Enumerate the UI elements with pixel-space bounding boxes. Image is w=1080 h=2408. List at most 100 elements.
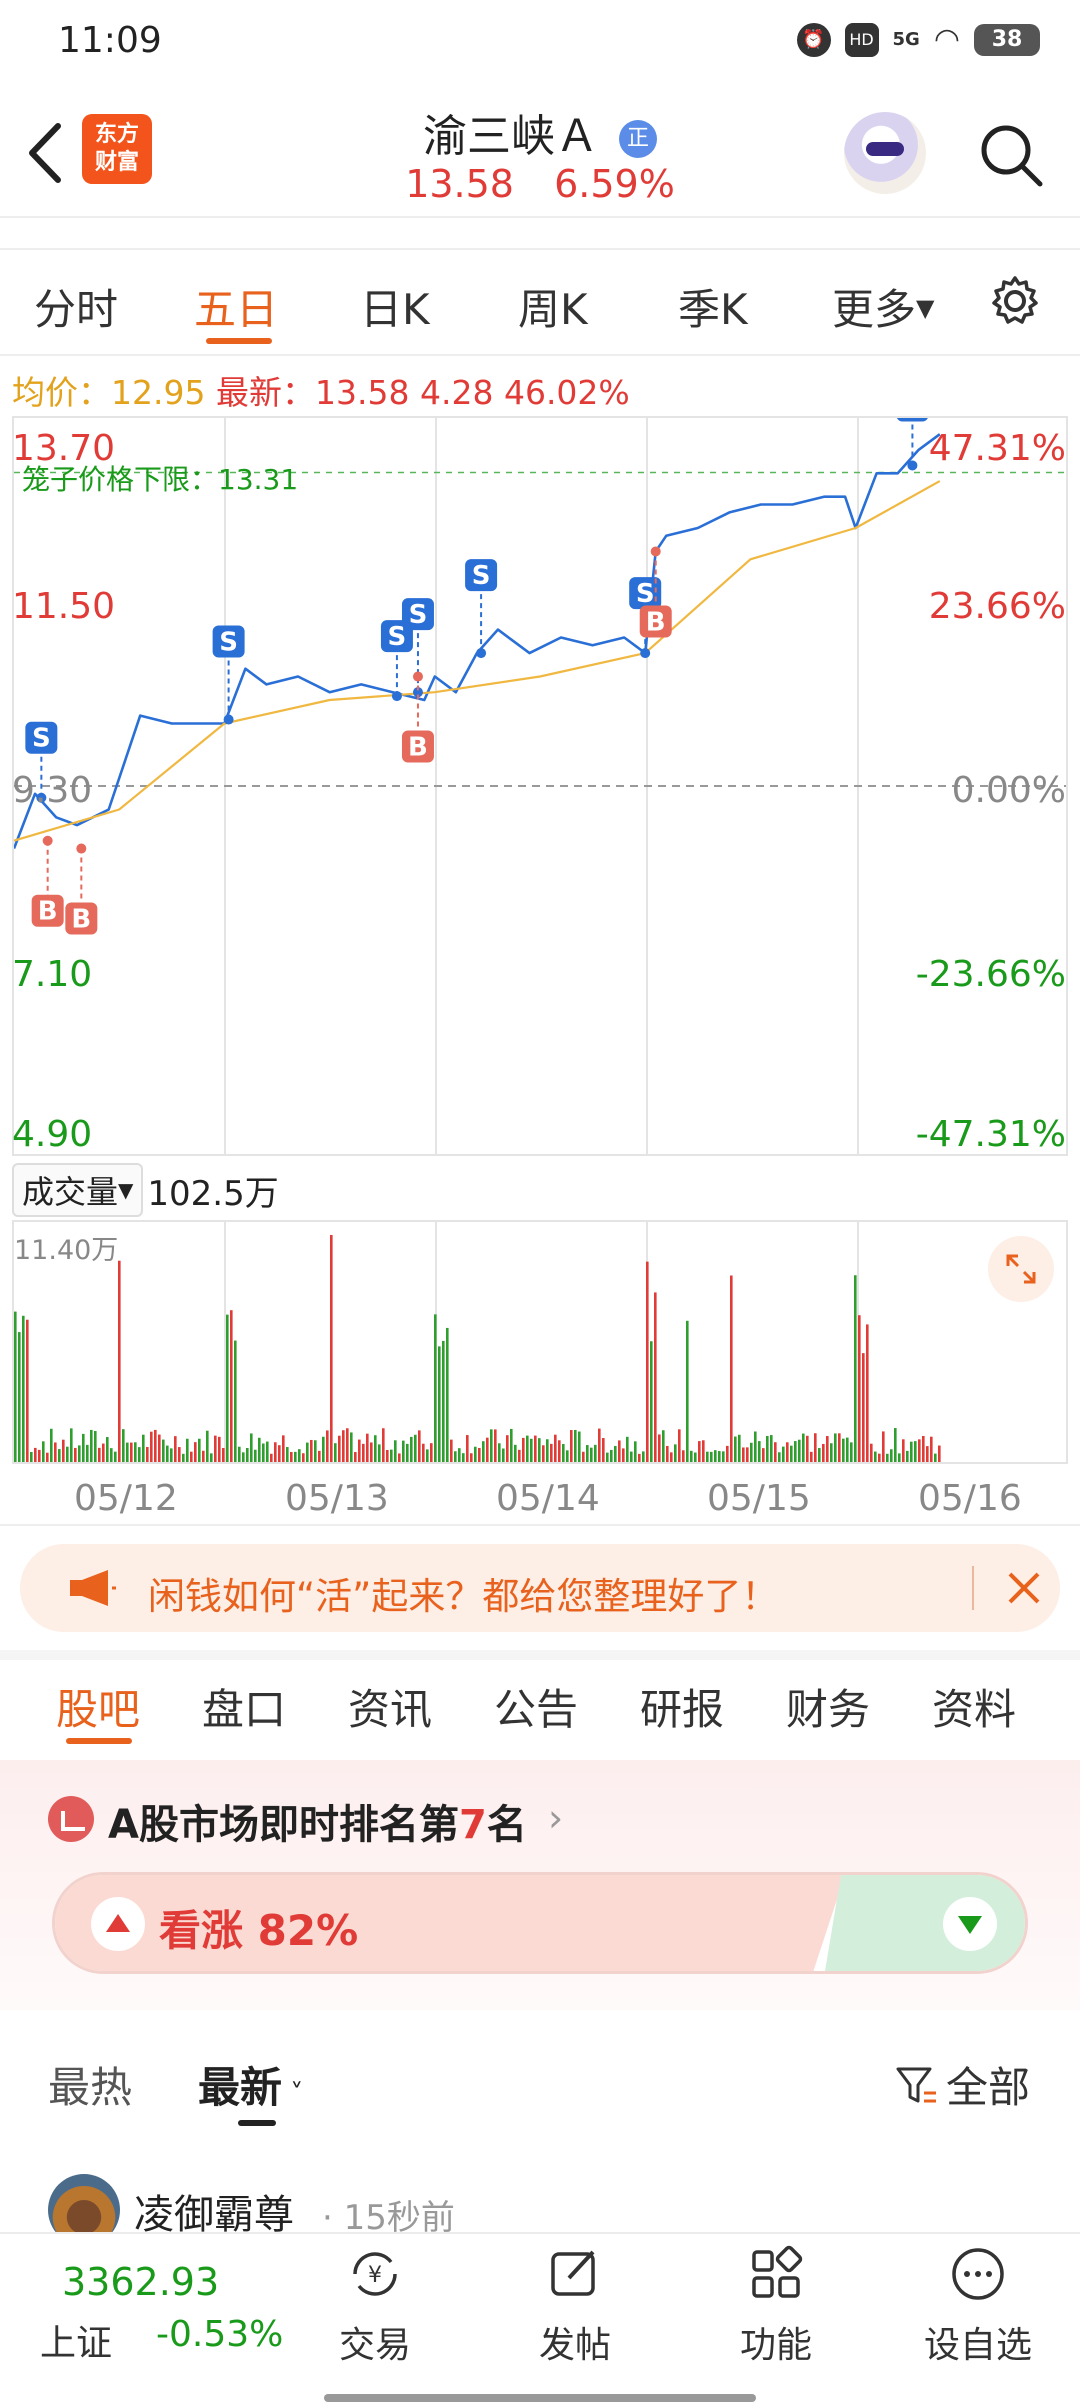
vote-up-icon[interactable]: [91, 1897, 145, 1951]
avg-label: 均价：: [12, 373, 111, 412]
volume-bar-mark: [658, 1434, 661, 1462]
volume-bar-mark: [262, 1443, 265, 1462]
x-label-day-3: 05/14: [496, 1478, 600, 1519]
tab-weekly-k[interactable]: 周K: [518, 276, 588, 337]
volume-bar-mark: [742, 1447, 745, 1462]
divider: [0, 1524, 1080, 1526]
volume-bar-mark: [530, 1438, 533, 1462]
nav-post[interactable]: 发帖: [505, 2244, 645, 2368]
volume-bar-mark: [150, 1431, 153, 1462]
chevron-right-icon[interactable]: ›: [548, 1796, 563, 1840]
volume-bar-mark: [18, 1332, 21, 1462]
volume-bar-mark: [830, 1443, 833, 1462]
volume-bar-mark: [794, 1441, 797, 1462]
volume-bar-mark: [862, 1353, 865, 1462]
tab-forum[interactable]: 股吧: [56, 1676, 140, 1737]
filter-hot[interactable]: 最热: [48, 2054, 132, 2115]
tab-research[interactable]: 研报: [640, 1676, 724, 1737]
index-change[interactable]: -0.53%: [156, 2314, 283, 2355]
filter-latest[interactable]: 最新 ˅: [198, 2054, 303, 2115]
trade-marker-dot: [907, 460, 918, 471]
ranking-text[interactable]: A股市场即时排名第7名: [108, 1792, 527, 1850]
trade-icon: ¥: [353, 2252, 397, 2296]
volume-bar-mark: [230, 1310, 233, 1462]
volume-selector[interactable]: 成交量▼: [12, 1163, 144, 1217]
nav-add-watchlist[interactable]: 设自选: [908, 2244, 1048, 2368]
volume-bar: 成交量▼ 102.5万: [12, 1163, 279, 1217]
volume-bar-mark: [858, 1315, 861, 1462]
volume-bar-mark: [310, 1439, 313, 1462]
volume-bar-mark: [158, 1434, 161, 1462]
volume-bar-mark: [582, 1451, 585, 1462]
volume-bar-mark: [74, 1447, 77, 1462]
tab-news[interactable]: 资讯: [348, 1676, 432, 1737]
tab-intraday[interactable]: 分时: [34, 276, 118, 337]
home-indicator[interactable]: [324, 2394, 756, 2402]
filter-all-button[interactable]: 全部: [894, 2054, 1030, 2115]
filter-latest-label: 最新: [198, 2063, 283, 2112]
gear-icon[interactable]: [988, 274, 1042, 328]
volume-bar-mark: [650, 1341, 653, 1462]
volume-bar-mark: [166, 1445, 169, 1462]
nav-trade[interactable]: ¥ 交易: [305, 2244, 445, 2368]
tab-more[interactable]: 更多▼: [832, 276, 934, 337]
search-icon[interactable]: [976, 120, 1046, 190]
tab-more-label: 更多: [832, 285, 917, 334]
stock-name: 渝三峡Ａ: [423, 111, 599, 162]
sell-marker-label: S: [409, 600, 428, 630]
volume-bar-mark: [890, 1449, 893, 1462]
volume-bar-mark: [234, 1340, 237, 1462]
volume-bar-mark: [806, 1435, 809, 1462]
dropdown-icon: ▼: [916, 294, 935, 322]
index-value[interactable]: 3362.93: [62, 2260, 219, 2304]
volume-bar-mark: [490, 1429, 493, 1462]
volume-bar-mark: [374, 1435, 377, 1462]
vote-up-label: 看涨 82%: [159, 1906, 359, 1955]
expand-icon[interactable]: [988, 1236, 1054, 1302]
volume-bar-mark: [614, 1445, 617, 1462]
promo-banner[interactable]: 闲钱如何“活”起来？都给您整理好了！: [20, 1544, 1060, 1632]
tab-five-day[interactable]: 五日: [194, 276, 278, 337]
volume-bar-mark: [46, 1452, 49, 1462]
tab-announcements[interactable]: 公告: [494, 1676, 578, 1737]
volume-bar-mark: [514, 1444, 517, 1462]
volume-bar-mark: [286, 1447, 289, 1462]
close-icon[interactable]: [1004, 1568, 1044, 1608]
volume-chart[interactable]: [12, 1220, 1068, 1464]
volume-bar-mark: [914, 1441, 917, 1462]
volume-bar-mark: [250, 1433, 253, 1462]
volume-bar-mark: [762, 1448, 765, 1462]
tab-quarterly-k[interactable]: 季K: [678, 276, 748, 337]
volume-bar-mark: [170, 1448, 173, 1462]
banner-divider: [972, 1566, 974, 1610]
tab-order-book[interactable]: 盘口: [202, 1676, 286, 1737]
volume-bar-mark: [70, 1428, 73, 1462]
assistant-robot-icon[interactable]: [844, 112, 926, 194]
trade-marker-dot: [223, 714, 234, 725]
volume-bar-mark: [290, 1451, 293, 1462]
tab-profile[interactable]: 资料: [932, 1676, 1016, 1737]
volume-bar-mark: [594, 1444, 597, 1462]
volume-bar-mark: [678, 1429, 681, 1462]
tab-daily-k[interactable]: 日K: [360, 276, 430, 337]
index-name[interactable]: 上证: [40, 2314, 112, 2366]
volume-bar-mark: [690, 1450, 693, 1462]
volume-bar-mark: [814, 1433, 817, 1462]
nav-functions[interactable]: 功能: [706, 2244, 846, 2368]
volume-bar-mark: [882, 1431, 885, 1462]
volume-bar-mark: [138, 1447, 141, 1462]
volume-bar-mark: [366, 1433, 369, 1462]
volume-bar-mark: [382, 1428, 385, 1462]
more-icon: [952, 2248, 1004, 2300]
volume-bar-mark: [534, 1435, 537, 1462]
vote-down-icon[interactable]: [943, 1897, 997, 1951]
volume-bar-mark: [778, 1452, 781, 1462]
tab-financials[interactable]: 财务: [786, 1676, 870, 1737]
volume-bar-mark: [38, 1449, 41, 1462]
price-chart[interactable]: SBBSSSBSSBS: [12, 416, 1068, 1156]
sell-marker-label: S: [32, 724, 51, 754]
edit-icon: [551, 2250, 595, 2296]
volume-bar-mark: [938, 1445, 941, 1462]
sentiment-vote: 看涨 82%: [52, 1872, 1028, 1974]
chevron-down-icon: ˅: [282, 2079, 304, 2109]
